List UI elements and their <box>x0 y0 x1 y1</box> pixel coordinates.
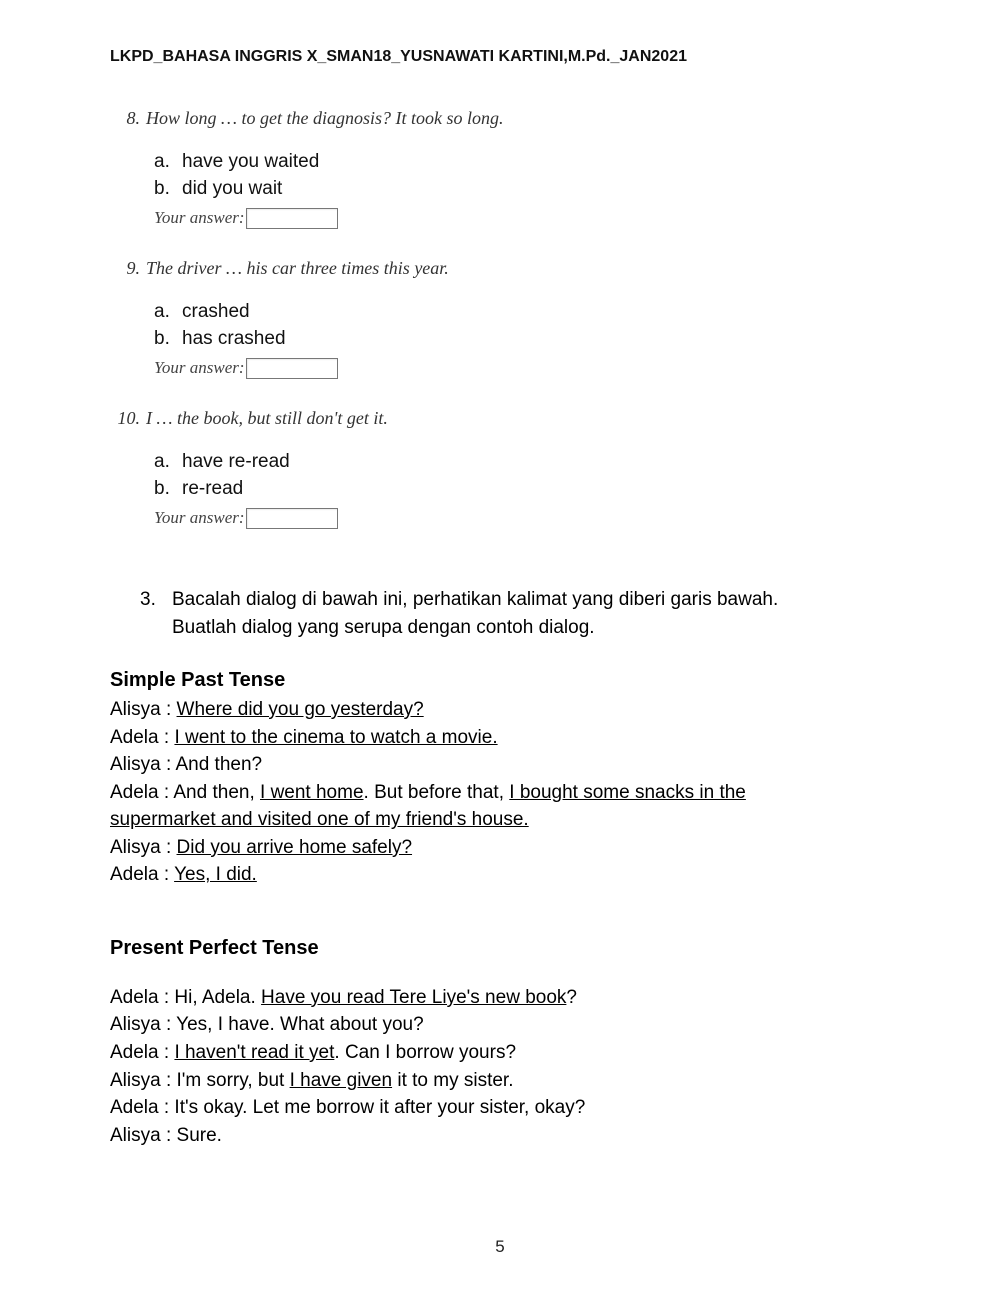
question-text: The driver … his car three times this ye… <box>146 258 449 279</box>
question-number: 8. <box>110 108 140 129</box>
dialog-underline: supermarket and visited one of my friend… <box>110 809 529 830</box>
dialog-underline: I haven't read it yet <box>174 1042 334 1063</box>
question-text: I … the book, but still don't get it. <box>146 408 388 429</box>
instruction-number: 3. <box>140 586 162 641</box>
answer-label: Your answer: <box>154 206 245 230</box>
dialog-simple-past: Alisya : Where did you go yesterday? Ade… <box>110 696 890 889</box>
dialog-present-perfect: Adela : Hi, Adela. Have you read Tere Li… <box>110 984 890 1149</box>
dialog-line: Adela : And then, I went home. But befor… <box>110 779 890 807</box>
option-letter: a. <box>154 299 174 326</box>
dialog-line: Alisya : And then? <box>110 751 890 779</box>
dialog-underline: I went to the cinema to watch a movie. <box>174 727 497 748</box>
dialog-line: Adela : Hi, Adela. Have you read Tere Li… <box>110 984 890 1012</box>
dialog-underline: Yes, I did. <box>174 864 257 885</box>
answer-input[interactable] <box>246 358 338 379</box>
option-letter: b. <box>154 176 174 203</box>
dialog-underline: Did you arrive home safely? <box>177 837 413 858</box>
dialog-line: Alisya : Where did you go yesterday? <box>110 696 890 724</box>
dialog-underline: Where did you go yesterday? <box>177 699 424 720</box>
answer-label: Your answer: <box>154 506 245 530</box>
page-number: 5 <box>0 1237 1000 1257</box>
dialog-line: supermarket and visited one of my friend… <box>110 806 890 834</box>
option-text: crashed <box>182 299 250 326</box>
question-10: 10. I … the book, but still don't get it… <box>110 408 890 530</box>
dialog-line: Alisya : Did you arrive home safely? <box>110 834 890 862</box>
dialog-text: it to my sister. <box>392 1070 513 1091</box>
option-text: re-read <box>182 476 243 503</box>
dialog-underline: I bought some snacks in the <box>509 782 746 803</box>
page-container: LKPD_BAHASA INGGRIS X_SMAN18_YUSNAWATI K… <box>0 0 1000 1291</box>
dialog-underline: I went home <box>260 782 364 803</box>
section-title-present-perfect: Present Perfect Tense <box>110 937 890 960</box>
dialog-text: . Can I borrow yours? <box>334 1042 516 1063</box>
option-letter: b. <box>154 326 174 353</box>
question-number: 10. <box>110 408 140 429</box>
instruction-line: Bacalah dialog di bawah ini, perhatikan … <box>172 589 778 610</box>
dialog-speaker: Alisya : <box>110 837 177 858</box>
dialog-line: Adela : I went to the cinema to watch a … <box>110 724 890 752</box>
dialog-line: Adela : It's okay. Let me borrow it afte… <box>110 1094 890 1122</box>
question-9: 9. The driver … his car three times this… <box>110 258 890 380</box>
instruction-text: Bacalah dialog di bawah ini, perhatikan … <box>172 586 778 641</box>
dialog-line: Adela : I haven't read it yet. Can I bor… <box>110 1039 890 1067</box>
answer-input[interactable] <box>246 208 338 229</box>
dialog-underline: I have given <box>290 1070 392 1091</box>
dialog-line: Adela : Yes, I did. <box>110 861 890 889</box>
dialog-text: . But before that, <box>364 782 510 803</box>
answer-label: Your answer: <box>154 356 245 380</box>
dialog-line: Alisya : Yes, I have. What about you? <box>110 1011 890 1039</box>
question-number: 9. <box>110 258 140 279</box>
dialog-line: Alisya : I'm sorry, but I have given it … <box>110 1067 890 1095</box>
option-text: did you wait <box>182 176 282 203</box>
answer-input[interactable] <box>246 508 338 529</box>
option-letter: a. <box>154 149 174 176</box>
dialog-line: Alisya : Sure. <box>110 1122 890 1150</box>
option-text: has crashed <box>182 326 286 353</box>
option-text: have you waited <box>182 149 319 176</box>
dialog-speaker: Adela : <box>110 1042 174 1063</box>
dialog-underline: Have you read Tere Liye's new book <box>261 987 566 1008</box>
instruction-3: 3. Bacalah dialog di bawah ini, perhatik… <box>140 586 890 641</box>
dialog-speaker: Adela : <box>110 727 174 748</box>
question-8: 8. How long … to get the diagnosis? It t… <box>110 108 890 230</box>
section-title-simple-past: Simple Past Tense <box>110 669 890 692</box>
option-letter: a. <box>154 449 174 476</box>
dialog-text: Alisya : I'm sorry, but <box>110 1070 290 1091</box>
document-header: LKPD_BAHASA INGGRIS X_SMAN18_YUSNAWATI K… <box>110 48 890 66</box>
dialog-speaker: Adela : <box>110 864 174 885</box>
option-text: have re-read <box>182 449 290 476</box>
option-letter: b. <box>154 476 174 503</box>
dialog-text: ? <box>566 987 577 1008</box>
question-text: How long … to get the diagnosis? It took… <box>146 108 504 129</box>
dialog-speaker: Alisya : <box>110 699 177 720</box>
dialog-text: Adela : And then, <box>110 782 260 803</box>
dialog-text: Adela : Hi, Adela. <box>110 987 261 1008</box>
instruction-line: Buatlah dialog yang serupa dengan contoh… <box>172 617 595 638</box>
